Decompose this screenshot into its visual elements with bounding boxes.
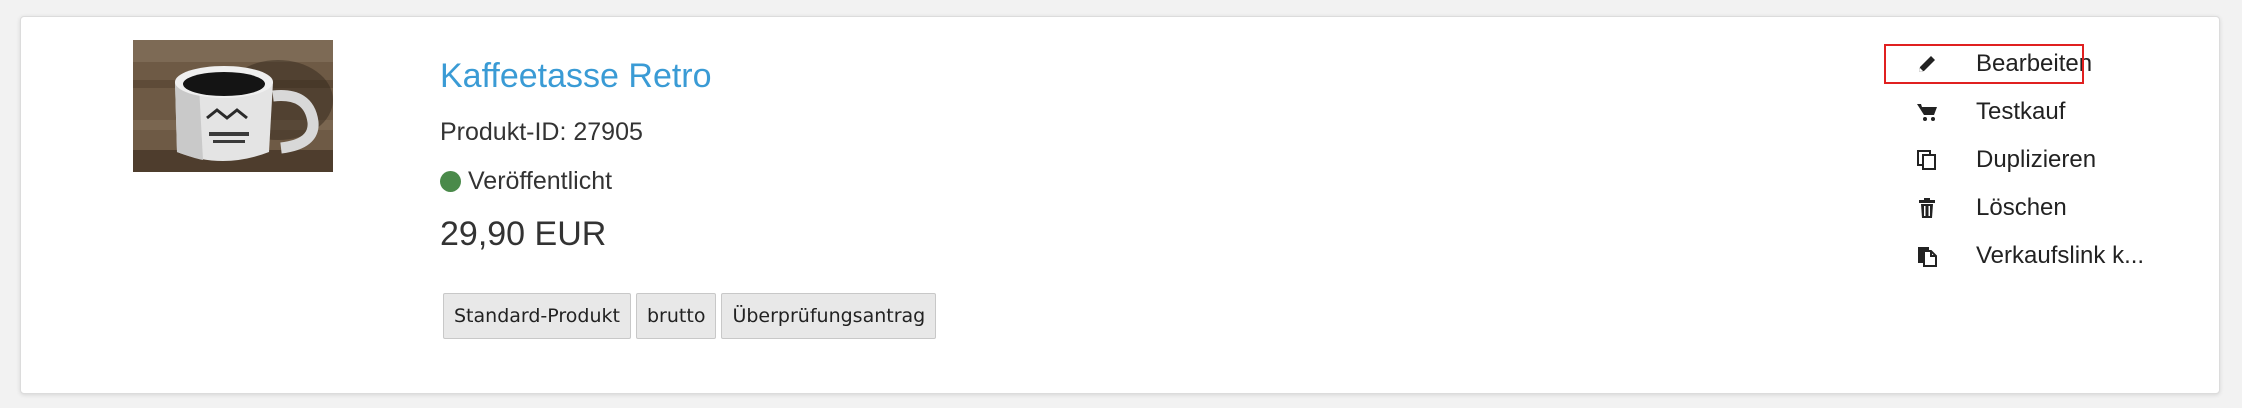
copy-icon [1916, 149, 1938, 171]
tag-list: Standard-Produkt brutto Überprüfungsantr… [443, 293, 937, 339]
cart-icon [1916, 101, 1938, 123]
product-id: Produkt-ID: 27905 [440, 118, 643, 146]
product-card: Kaffeetasse Retro Produkt-ID: 27905 Verö… [20, 16, 2220, 394]
action-menu: Bearbeiten Testkauf Duplizieren Löschen … [1884, 44, 2216, 286]
status-label: Veröffentlicht [468, 167, 613, 195]
delete-button[interactable]: Löschen [1886, 190, 2216, 226]
pencil-icon [1916, 53, 1938, 75]
test-purchase-label: Testkauf [1976, 98, 2066, 125]
duplicate-label: Duplizieren [1976, 146, 2097, 173]
edit-button[interactable]: Bearbeiten [1884, 44, 2092, 84]
product-thumbnail[interactable] [133, 40, 333, 172]
product-title-link[interactable]: Kaffeetasse Retro [440, 57, 712, 96]
status-indicator: Veröffentlicht [440, 167, 612, 196]
status-dot-icon [440, 171, 461, 192]
copy-sales-link-button[interactable]: Verkaufslink k... [1886, 238, 2216, 274]
tag-standard-product: Standard-Produkt [443, 293, 631, 339]
product-price: 29,90 EUR [440, 215, 607, 253]
edit-label: Bearbeiten [1976, 50, 2093, 77]
link-copy-icon [1916, 245, 1938, 267]
tag-brutto: brutto [636, 293, 717, 339]
test-purchase-button[interactable]: Testkauf [1886, 94, 2216, 130]
copy-sales-link-label: Verkaufslink k... [1976, 242, 2145, 269]
delete-label: Löschen [1976, 194, 2067, 221]
trash-icon [1916, 197, 1938, 219]
tag-review-request: Überprüfungsantrag [721, 293, 937, 339]
coffee-mug-image [133, 40, 333, 172]
duplicate-button[interactable]: Duplizieren [1886, 142, 2216, 178]
